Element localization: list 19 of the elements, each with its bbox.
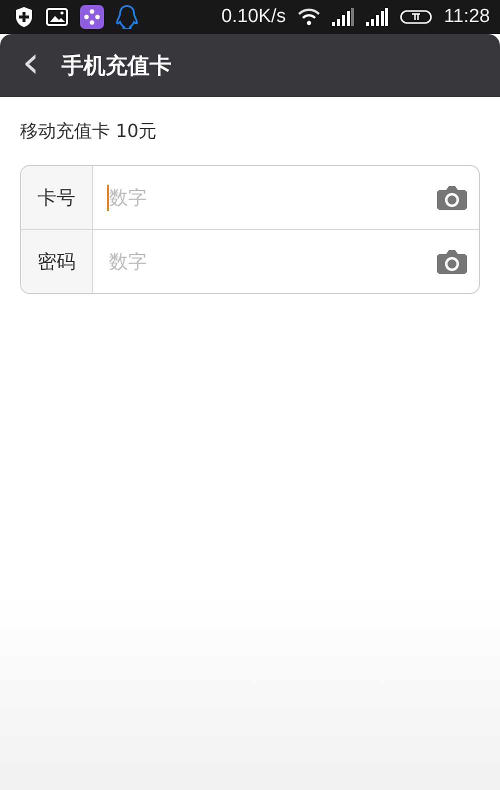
gamepad-icon — [80, 5, 104, 29]
shield-icon — [14, 6, 34, 28]
camera-icon[interactable] — [437, 184, 467, 210]
battery-icon — [400, 9, 432, 25]
network-speed: 0.10K/s — [221, 6, 286, 28]
card-title: 移动充值卡 10元 — [20, 120, 158, 143]
field-label: 卡号 — [21, 166, 93, 229]
page-title: 手机充值卡 — [62, 52, 172, 80]
back-button[interactable]: ‹ — [18, 40, 44, 84]
wifi-icon — [298, 8, 320, 26]
camera-icon[interactable] — [437, 248, 467, 274]
field-label: 密码 — [21, 230, 93, 293]
image-icon — [46, 7, 68, 27]
input-field[interactable]: 数字 — [93, 230, 479, 293]
input-field[interactable]: 数字 — [93, 166, 479, 229]
clock: 11:28 — [444, 6, 490, 28]
penguin-icon — [116, 5, 138, 29]
signal-icon — [366, 8, 388, 26]
signal-icon — [332, 8, 354, 26]
